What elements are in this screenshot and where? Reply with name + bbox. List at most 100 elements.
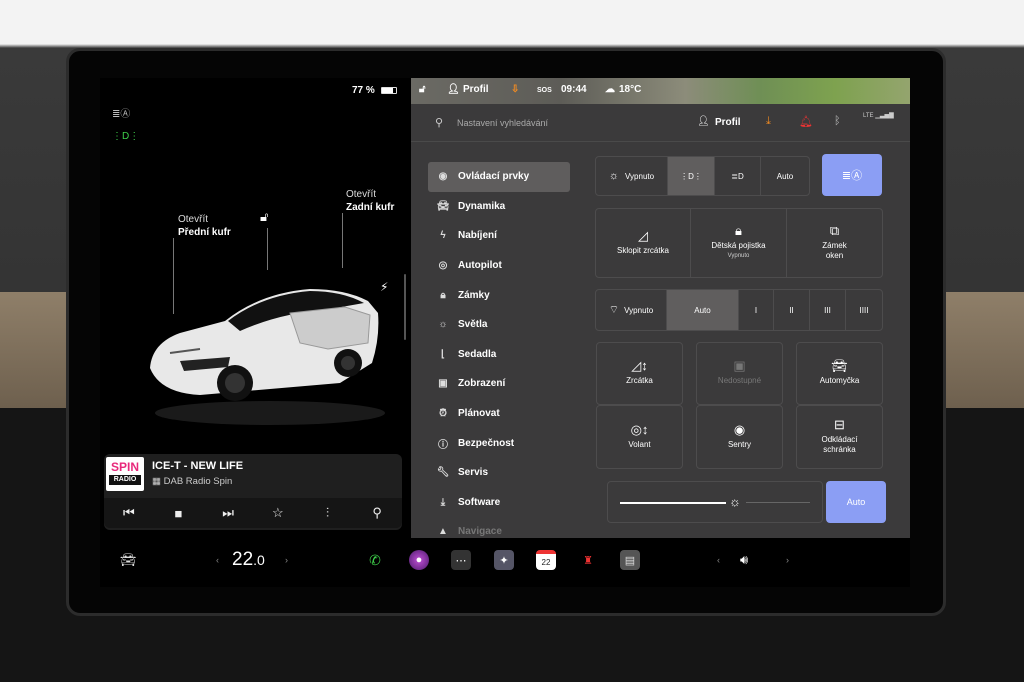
child-lock-button[interactable]: 🔒︎ Dětská pojistka Vypnuto: [691, 209, 787, 277]
profile-button[interactable]: Profil: [715, 117, 741, 128]
brightness-handle-sun-icon[interactable]: ☼: [729, 494, 741, 509]
climate-temperature[interactable]: 22.0: [232, 549, 265, 571]
menu-item-dynamics[interactable]: 🚘︎ Dynamika: [428, 192, 570, 222]
camera-icon[interactable]: ●: [409, 550, 429, 570]
unlock-icon[interactable]: 🔓︎: [260, 209, 268, 225]
car-3d-model[interactable]: [140, 253, 390, 433]
menu-label: Nabíjení: [458, 230, 497, 242]
temperature-up-icon[interactable]: ›: [285, 555, 288, 565]
station-logo-bottom: RADIO: [109, 475, 141, 485]
settings-search-input[interactable]: Nastavení vyhledávání: [457, 118, 548, 128]
headlights-auto-button[interactable]: Auto: [761, 157, 809, 195]
auto-high-beam-button[interactable]: ≣Ⓐ: [822, 154, 882, 196]
menu-label: Světla: [458, 319, 488, 331]
more-apps-icon[interactable]: ⋯: [451, 550, 471, 570]
sos-icon[interactable]: SOS: [537, 87, 552, 94]
menu-item-display[interactable]: ▣ Zobrazení: [428, 369, 570, 399]
sentry-tile[interactable]: ◉ Sentry: [696, 405, 783, 469]
menu-item-locks[interactable]: 🔒︎ Zámky: [428, 280, 570, 310]
front-trunk-name: Přední kufr: [178, 227, 231, 238]
menu-label: Dynamika: [458, 200, 506, 212]
calendar-icon[interactable]: 22: [536, 550, 556, 570]
rear-trunk-button[interactable]: Otevřít Zadní kufr: [346, 188, 394, 214]
volume-down-icon[interactable]: ‹: [717, 555, 720, 565]
wipers-auto-button[interactable]: Auto: [667, 290, 739, 330]
menu-label: Zobrazení: [458, 378, 506, 390]
menu-item-controls[interactable]: ◉ Ovládací prvky: [428, 162, 570, 192]
temperature-dec: .0: [253, 552, 265, 568]
steering-wheel-tile[interactable]: ◎↕ Volant: [596, 405, 683, 469]
parking-lights-icon: ⋮D⋮: [680, 171, 702, 181]
menu-item-schedule[interactable]: ⏰︎ Plánovat: [428, 399, 570, 429]
brightness-auto-button[interactable]: Auto: [826, 481, 886, 523]
profile-icon[interactable]: 👤︎: [697, 116, 710, 127]
car-icon: 🚘︎: [436, 200, 450, 212]
phone-icon[interactable]: ✆: [365, 550, 385, 570]
parking-lights-button[interactable]: ⋮D⋮: [668, 157, 715, 195]
menu-item-charging[interactable]: ϟ Nabíjení: [428, 221, 570, 251]
auto-headlight-icon: ≣Ⓐ: [112, 109, 131, 120]
next-icon[interactable]: ⏭︎: [213, 505, 243, 521]
auto-high-beam-icon: ≣Ⓐ: [841, 170, 863, 182]
volume-up-icon[interactable]: ›: [786, 555, 789, 565]
toybox-icon[interactable]: ✦: [494, 550, 514, 570]
brightness-track: [746, 502, 810, 503]
equalizer-icon[interactable]: ⫶: [312, 505, 342, 521]
dashcam-viewer-icon[interactable]: ▤: [620, 550, 640, 570]
temperature-down-icon[interactable]: ‹: [216, 555, 219, 565]
glovebox-tile[interactable]: ⊟ Odkládací schránka: [796, 405, 883, 469]
mirrors-tile[interactable]: ◿↕ Zrcátka: [596, 342, 683, 405]
low-beam-button[interactable]: ≣D: [715, 157, 761, 195]
notification-bell-icon[interactable]: 🔔︎: [799, 115, 813, 128]
lock-status-icon[interactable]: 🔓︎: [419, 84, 425, 95]
car-pane-scrollbar[interactable]: [404, 274, 406, 340]
station-logo: SPIN RADIO: [106, 457, 144, 491]
front-trunk-button[interactable]: Otevřít Přední kufr: [178, 213, 231, 239]
map-status-strip: 🔓︎ 👤︎ Profil ⇩ SOS 09:44 ☁︎ 18°C: [411, 78, 910, 104]
joystick-icon[interactable]: ♜: [578, 550, 598, 570]
stop-icon[interactable]: ■: [163, 506, 193, 521]
wipers-off-button[interactable]: ⌔ Vypnuto: [596, 290, 667, 330]
top-profile-label[interactable]: Profil: [463, 84, 489, 95]
menu-item-software[interactable]: ⤓ Software: [428, 488, 570, 518]
volume-icon[interactable]: 🔊︎: [740, 552, 748, 568]
menu-item-safety[interactable]: ⓘ Bezpečnost: [428, 428, 570, 458]
quick-actions-row: ◿ Sklopit zrcátka 🔒︎ Dětská pojistka Vypnut…: [595, 208, 883, 278]
parking-lights-icon: ⋮D⋮: [112, 131, 140, 142]
clock-icon: ⏰︎: [439, 408, 447, 420]
fold-mirrors-button[interactable]: ◿ Sklopit zrcátka: [596, 209, 691, 277]
menu-item-seats[interactable]: ⌊ Sedadla: [428, 340, 570, 370]
download-icon[interactable]: ⤓: [766, 115, 771, 128]
favorite-icon[interactable]: ☆: [263, 505, 293, 521]
profile-icon[interactable]: 👤︎: [447, 84, 460, 95]
download-icon: ⤓: [440, 496, 446, 508]
car-wash-tile[interactable]: 🚘︎ Automyčka: [796, 342, 883, 405]
brightness-slider[interactable]: ☼: [607, 481, 823, 523]
dashcam-icon: ▣: [733, 358, 746, 373]
brightness-fill: [620, 502, 726, 504]
wipers-auto-label: Auto: [694, 305, 711, 315]
previous-icon[interactable]: ⏮︎: [114, 505, 144, 521]
wipers-level-1-button[interactable]: I: [739, 290, 774, 330]
car-wash-cell: 🚘︎ Automyčka: [797, 343, 882, 404]
update-icon[interactable]: ⇩: [511, 84, 519, 95]
wipers-level-2-button[interactable]: II: [774, 290, 810, 330]
steering-wheel-icon: ◎: [438, 260, 448, 272]
wipers-level-3-button[interactable]: III: [810, 290, 846, 330]
menu-label: Sedadla: [458, 348, 497, 360]
window-lock-button[interactable]: ⧉ Zámek oken: [787, 209, 882, 277]
menu-label: Navigace: [458, 526, 502, 538]
sun-icon: ☼: [608, 170, 620, 182]
search-icon[interactable]: ⚲: [362, 505, 392, 521]
mirrors-cell: ◿↕ Zrcátka: [597, 343, 682, 404]
sentry-icon: ◉: [733, 421, 746, 437]
car-wash-icon: 🚘︎: [831, 358, 848, 373]
wipers-level-4-button[interactable]: IIII: [846, 290, 882, 330]
car-icon[interactable]: 🚘︎: [120, 552, 137, 568]
menu-item-lights[interactable]: ☼ Světla: [428, 310, 570, 340]
headlights-off-button[interactable]: ☼ Vypnuto: [596, 157, 668, 195]
menu-item-service[interactable]: 🔧︎ Servis: [428, 458, 570, 488]
bluetooth-icon[interactable]: ᛒ: [834, 115, 841, 127]
menu-item-autopilot[interactable]: ◎ Autopilot: [428, 251, 570, 281]
search-icon[interactable]: ⚲: [435, 116, 443, 129]
